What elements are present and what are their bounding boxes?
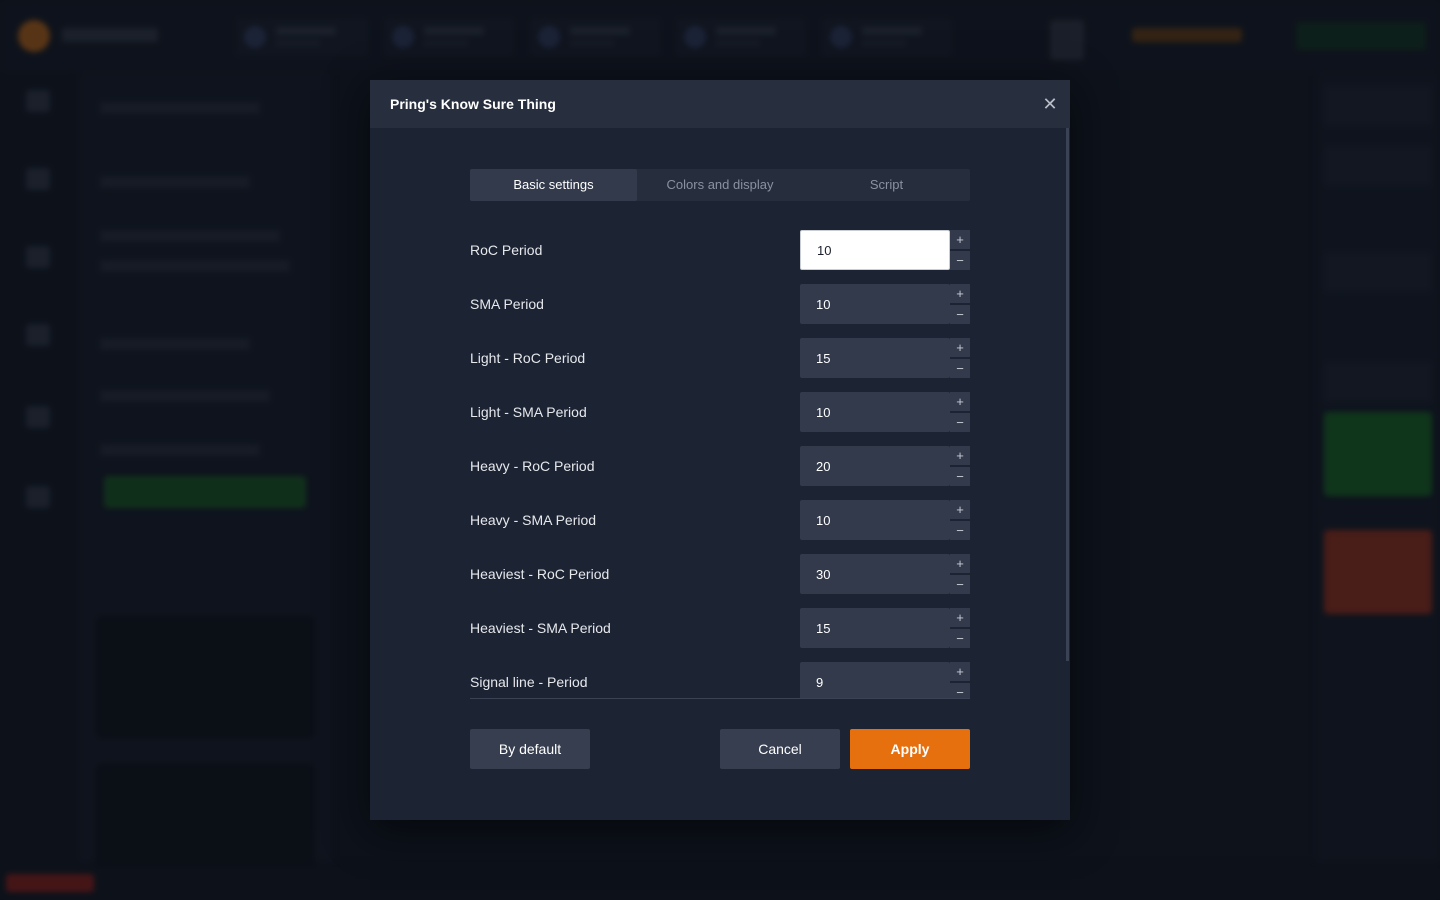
- increment-button[interactable]: +: [950, 446, 970, 465]
- setting-row: RoC Period + −: [470, 230, 970, 270]
- close-icon[interactable]: ✕: [1040, 94, 1060, 114]
- setting-value-input[interactable]: [800, 608, 950, 648]
- setting-label: Heaviest - RoC Period: [470, 566, 610, 582]
- apply-button[interactable]: Apply: [850, 729, 970, 769]
- tab-basic-settings[interactable]: Basic settings: [470, 169, 637, 201]
- setting-row: SMA Period + −: [470, 284, 970, 324]
- decrement-button[interactable]: −: [950, 467, 970, 486]
- setting-label: Light - RoC Period: [470, 350, 586, 366]
- setting-row: Heaviest - RoC Period + −: [470, 554, 970, 594]
- setting-value-input[interactable]: [800, 662, 950, 698]
- increment-button[interactable]: +: [950, 608, 970, 627]
- decrement-button[interactable]: −: [950, 413, 970, 432]
- setting-row: Heavy - SMA Period + −: [470, 500, 970, 540]
- setting-label: Signal line - Period: [470, 674, 588, 690]
- settings-tabs: Basic settings Colors and display Script: [470, 169, 970, 201]
- tab-script[interactable]: Script: [803, 169, 970, 201]
- setting-label: Light - SMA Period: [470, 404, 587, 420]
- dialog-title: Pring's Know Sure Thing: [390, 96, 556, 112]
- setting-value-input[interactable]: [800, 500, 950, 540]
- increment-button[interactable]: +: [950, 392, 970, 411]
- setting-row: Light - SMA Period + −: [470, 392, 970, 432]
- decrement-button[interactable]: −: [950, 575, 970, 594]
- setting-value-input[interactable]: [800, 284, 950, 324]
- increment-button[interactable]: +: [950, 554, 970, 573]
- setting-label: Heavy - RoC Period: [470, 458, 595, 474]
- setting-value-input[interactable]: [800, 230, 950, 270]
- setting-label: SMA Period: [470, 296, 544, 312]
- setting-label: Heavy - SMA Period: [470, 512, 597, 528]
- setting-value-input[interactable]: [800, 554, 950, 594]
- setting-value-input[interactable]: [800, 338, 950, 378]
- setting-label: RoC Period: [470, 242, 543, 258]
- setting-row: Heaviest - SMA Period + −: [470, 608, 970, 648]
- divider: [470, 698, 970, 699]
- increment-button[interactable]: +: [950, 662, 970, 681]
- setting-value-input[interactable]: [800, 446, 950, 486]
- decrement-button[interactable]: −: [950, 251, 970, 270]
- settings-list: RoC Period+−SMA Period+−Light - RoC Peri…: [470, 230, 970, 698]
- increment-button[interactable]: +: [950, 500, 970, 519]
- setting-label: Heaviest - SMA Period: [470, 620, 611, 636]
- tab-colors-and-display[interactable]: Colors and display: [637, 169, 803, 201]
- cancel-button[interactable]: Cancel: [720, 729, 840, 769]
- setting-row: Heavy - RoC Period + −: [470, 446, 970, 486]
- increment-button[interactable]: +: [950, 338, 970, 357]
- decrement-button[interactable]: −: [950, 629, 970, 648]
- setting-row: Light - RoC Period + −: [470, 338, 970, 378]
- dialog-scrollbar[interactable]: [1066, 128, 1069, 661]
- decrement-button[interactable]: −: [950, 305, 970, 324]
- increment-button[interactable]: +: [950, 284, 970, 303]
- by-default-button[interactable]: By default: [470, 729, 590, 769]
- setting-value-input[interactable]: [800, 392, 950, 432]
- decrement-button[interactable]: −: [950, 521, 970, 540]
- increment-button[interactable]: +: [950, 230, 970, 249]
- setting-row: Signal line - Period + −: [470, 662, 970, 698]
- decrement-button[interactable]: −: [950, 359, 970, 378]
- dialog-header: Pring's Know Sure Thing ✕: [370, 80, 1070, 128]
- indicator-settings-dialog: Pring's Know Sure Thing ✕ Basic settings…: [370, 80, 1070, 820]
- decrement-button[interactable]: −: [950, 683, 970, 698]
